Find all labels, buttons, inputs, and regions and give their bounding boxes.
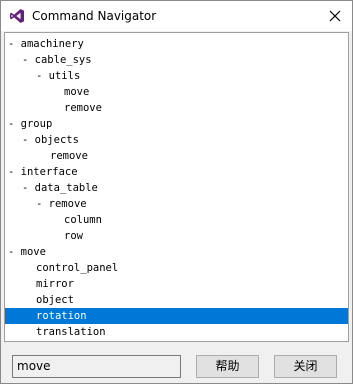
- tree-leaf[interactable]: mirror: [5, 276, 348, 292]
- collapse-toggle[interactable]: -: [8, 164, 21, 180]
- tree-label: move: [20, 246, 46, 258]
- tree-node[interactable]: - data_table: [5, 180, 348, 196]
- command-input[interactable]: move: [12, 355, 181, 378]
- tree-leaf[interactable]: remove: [5, 148, 348, 164]
- tree-node[interactable]: - interface: [5, 164, 348, 180]
- tree-label: objects: [34, 134, 79, 146]
- tree-label: move: [64, 86, 90, 98]
- tree-leaf[interactable]: object: [5, 292, 348, 308]
- tree-label: object: [36, 294, 74, 306]
- tree-label: column: [64, 214, 102, 226]
- collapse-toggle[interactable]: -: [8, 244, 21, 260]
- tree-leaf[interactable]: move: [5, 84, 348, 100]
- tree-label: remove: [50, 150, 88, 162]
- tree-node[interactable]: - utils: [5, 68, 348, 84]
- title-bar[interactable]: Command Navigator: [1, 1, 352, 31]
- tree-node[interactable]: - group: [5, 116, 348, 132]
- collapse-toggle[interactable]: -: [22, 180, 35, 196]
- tree-label: rotation: [36, 310, 87, 322]
- tree-label: mirror: [36, 278, 74, 290]
- tree-node[interactable]: - amachinery: [5, 36, 348, 52]
- tree-label: cable_sys: [34, 54, 92, 66]
- tree-leaf[interactable]: remove: [5, 100, 348, 116]
- tree-node[interactable]: - objects: [5, 132, 348, 148]
- close-window-button[interactable]: [322, 3, 348, 29]
- tree-label: data_table: [34, 182, 98, 194]
- close-icon: [329, 10, 341, 22]
- tree-label: translation: [36, 326, 106, 338]
- tree-leaf[interactable]: rotation: [5, 308, 348, 324]
- tree-label: amachinery: [20, 38, 84, 50]
- tree-node[interactable]: - remove: [5, 196, 348, 212]
- visual-studio-icon: [10, 9, 24, 23]
- tree-leaf[interactable]: translation: [5, 324, 348, 340]
- collapse-toggle[interactable]: -: [22, 52, 35, 68]
- tree-leaf[interactable]: row: [5, 228, 348, 244]
- tree-label: utils: [48, 70, 81, 82]
- help-button[interactable]: 帮助: [196, 355, 259, 378]
- command-tree[interactable]: - amachinery - cable_sys - utils move remove…: [4, 32, 349, 342]
- tree-label: interface: [20, 166, 78, 178]
- close-button[interactable]: 关闭: [274, 355, 337, 378]
- collapse-toggle[interactable]: -: [36, 68, 49, 84]
- tree-label: remove: [64, 102, 102, 114]
- tree-label: control_panel: [36, 262, 119, 274]
- window-title: Command Navigator: [32, 9, 157, 23]
- collapse-toggle[interactable]: -: [36, 196, 49, 212]
- command-navigator-window: Command Navigator - amachinery - cable_sy…: [0, 0, 353, 384]
- tree-node[interactable]: - move: [5, 244, 348, 260]
- collapse-toggle[interactable]: -: [8, 36, 21, 52]
- tree-node[interactable]: - cable_sys: [5, 52, 348, 68]
- tree-label: remove: [48, 198, 87, 210]
- tree-leaf[interactable]: column: [5, 212, 348, 228]
- collapse-toggle[interactable]: -: [22, 132, 35, 148]
- tree-label: group: [20, 118, 53, 130]
- collapse-toggle[interactable]: -: [8, 116, 21, 132]
- tree-leaf[interactable]: control_panel: [5, 260, 348, 276]
- tree-label: row: [64, 230, 83, 242]
